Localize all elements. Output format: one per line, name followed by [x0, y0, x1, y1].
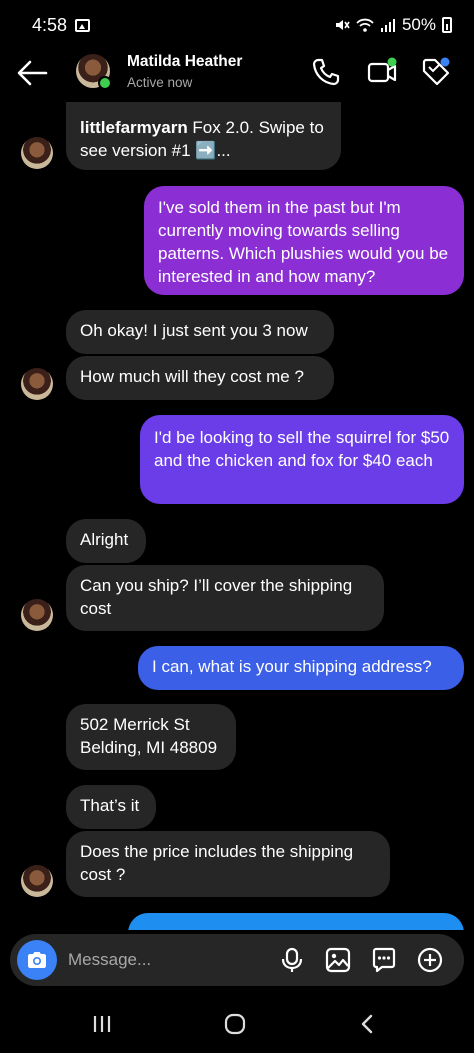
outgoing-message-partial[interactable] [128, 913, 464, 930]
battery-percentage: 50% [401, 15, 436, 34]
status-bar: 4:58 50% [0, 0, 474, 50]
tag-details-icon[interactable] [420, 56, 452, 88]
battery-icon [442, 17, 452, 33]
gallery-icon[interactable] [324, 946, 352, 974]
back-chevron-icon[interactable] [354, 1010, 382, 1038]
incoming-message[interactable]: How much will they cost me ? [66, 356, 334, 400]
message-thread[interactable]: littlefarmyarn Fox 2.0. Swipe to see ver… [0, 98, 474, 930]
signal-icon [380, 19, 395, 32]
wifi-icon [356, 18, 374, 32]
incoming-message[interactable]: Can you ship? I’ll cover the shipping co… [66, 565, 384, 631]
sender-avatar[interactable] [21, 599, 53, 631]
gallery-notification-icon [75, 18, 91, 32]
incoming-message[interactable]: That’s it [66, 785, 156, 829]
phone-call-icon[interactable] [310, 56, 342, 88]
online-indicator [98, 76, 112, 90]
recent-apps-icon[interactable] [88, 1010, 116, 1038]
camera-button[interactable] [17, 940, 57, 980]
microphone-icon[interactable] [278, 946, 306, 974]
home-icon[interactable] [221, 1010, 249, 1038]
message-composer [10, 934, 464, 986]
incoming-message[interactable]: Oh okay! I just sent you 3 now [66, 310, 334, 354]
outgoing-message[interactable]: I'd be looking to sell the squirrel for … [140, 415, 464, 504]
chat-header: Matilda Heather Active now [0, 50, 474, 98]
message-input[interactable] [68, 948, 268, 972]
incoming-message[interactable]: Alright [66, 519, 146, 563]
status-time: 4:58 [32, 14, 68, 35]
sender-avatar[interactable] [21, 137, 53, 169]
contact-name[interactable]: Matilda Heather [127, 53, 242, 71]
outgoing-message[interactable]: I've sold them in the past but I'm curre… [144, 186, 464, 295]
sender-avatar[interactable] [21, 368, 53, 400]
shared-post-username: littlefarmyarn [80, 118, 188, 137]
back-arrow-icon[interactable] [16, 58, 50, 88]
video-call-icon[interactable] [366, 56, 398, 88]
contact-status: Active now [127, 75, 193, 90]
sticker-chat-icon[interactable] [370, 946, 398, 974]
add-plus-icon[interactable] [416, 946, 444, 974]
shared-post-message[interactable]: littlefarmyarn Fox 2.0. Swipe to see ver… [66, 102, 341, 170]
outgoing-message[interactable]: I can, what is your shipping address? [138, 646, 464, 690]
mute-icon [335, 20, 350, 30]
system-nav-bar [0, 996, 474, 1053]
incoming-message[interactable]: 502 Merrick St Belding, MI 48809 [66, 704, 236, 770]
camera-icon [28, 952, 46, 968]
sender-avatar[interactable] [21, 865, 53, 897]
incoming-message[interactable]: Does the price includes the shipping cos… [66, 831, 390, 897]
